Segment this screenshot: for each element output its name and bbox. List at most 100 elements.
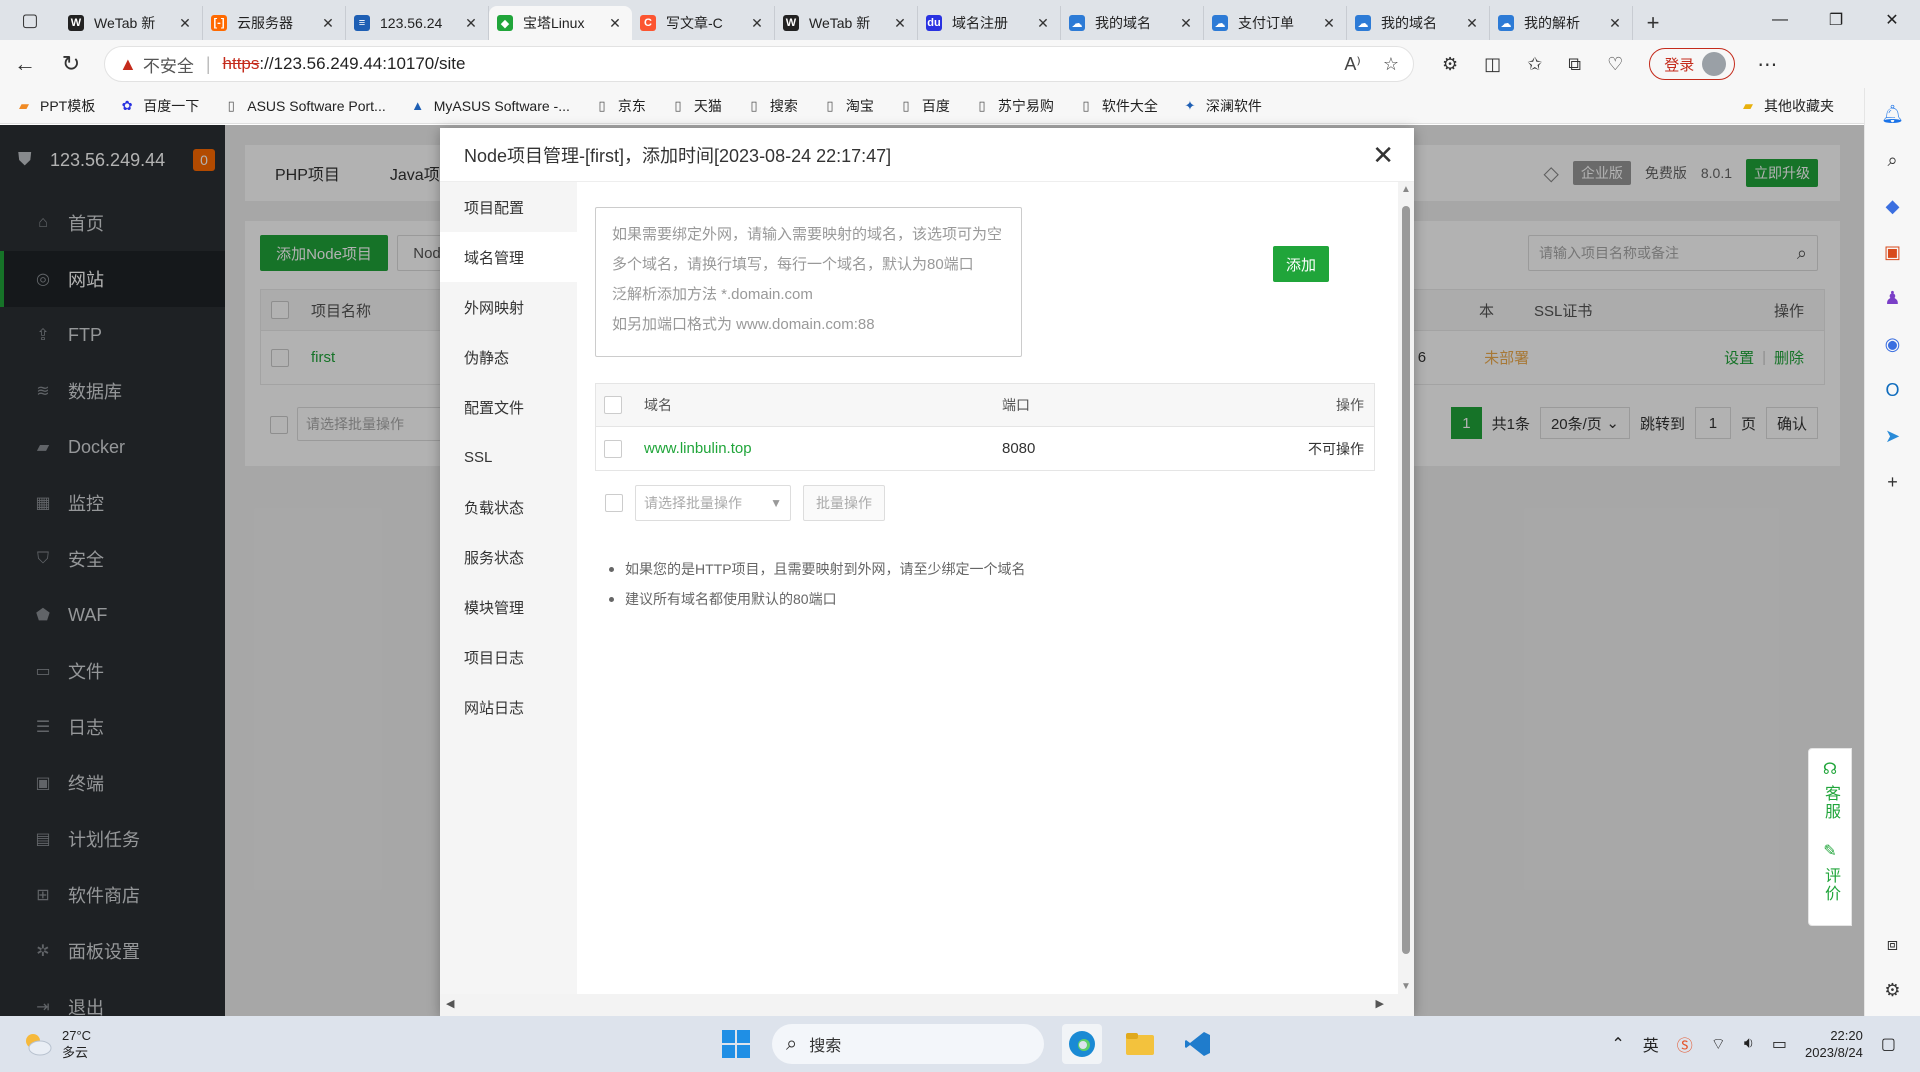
file-explorer-icon[interactable] [1120, 1024, 1160, 1064]
send-icon[interactable]: ➤ [1881, 424, 1905, 448]
taskbar-search[interactable]: ⌕ 搜索 [772, 1024, 1044, 1064]
windows-start-icon[interactable] [718, 1026, 754, 1062]
modal-nav-item[interactable]: 伪静态 [440, 332, 577, 382]
bookmark-item[interactable]: ▯ 搜索 [746, 96, 798, 116]
scroll-down-icon[interactable]: ▼ [1401, 981, 1411, 992]
tab-close-icon[interactable]: ✕ [319, 15, 337, 32]
bell-icon[interactable]: 🔔︎ [1881, 102, 1905, 126]
browser-tab[interactable]: C 写文章-C ✕ [632, 6, 775, 40]
new-tab-icon[interactable]: + [1633, 6, 1673, 40]
tab-close-icon[interactable]: ✕ [1606, 15, 1624, 32]
scroll-right-icon[interactable]: ▶ [1376, 997, 1384, 1010]
bookmark-item[interactable]: ▯ 软件大全 [1078, 96, 1158, 116]
shopping-tag-icon[interactable]: ◆ [1881, 194, 1905, 218]
favorites-icon[interactable]: ✩ [1527, 54, 1542, 75]
bookmark-item[interactable]: ▯ 京东 [594, 96, 646, 116]
modal-nav-item[interactable]: 外网映射 [440, 282, 577, 332]
favorite-star-icon[interactable]: ☆ [1383, 54, 1399, 75]
bookmark-item[interactable]: ✦ 深澜软件 [1182, 96, 1261, 116]
tab-close-icon[interactable]: ✕ [606, 15, 624, 32]
app-tray-icon[interactable]: Ⓢ [1677, 1032, 1693, 1056]
modal-nav-item[interactable]: 项目配置 [440, 182, 577, 232]
tab-close-icon[interactable]: ✕ [1177, 15, 1195, 32]
close-window-icon[interactable]: ✕ [1864, 0, 1920, 40]
bookmark-item[interactable]: ▯ 天猫 [670, 96, 722, 116]
restore-icon[interactable]: ❐ [1808, 0, 1864, 40]
volume-icon[interactable]: 🔉︎ [1744, 1035, 1754, 1053]
tab-close-icon[interactable]: ✕ [1463, 15, 1481, 32]
close-icon[interactable]: ✕ [1372, 142, 1394, 168]
url-input[interactable]: ▲ 不安全 | https ://123.56.249.44:10170/sit… [104, 46, 1414, 82]
browser-tab[interactable]: W WeTab 新 ✕ [60, 6, 203, 40]
tools-icon[interactable]: ▣ [1881, 240, 1905, 264]
bookmark-item[interactable]: ▯ 淘宝 [822, 96, 874, 116]
bookmark-item[interactable]: ▯ ASUS Software Port... [223, 98, 386, 114]
browser-tab[interactable]: ☁ 支付订单 ✕ [1204, 6, 1347, 40]
back-icon[interactable]: ← [4, 44, 46, 84]
gear-icon[interactable]: ⚙ [1881, 978, 1905, 1002]
vertical-scrollbar[interactable]: ▲ ▼ [1398, 182, 1414, 994]
tab-close-icon[interactable]: ✕ [1034, 15, 1052, 32]
vscode-icon[interactable] [1178, 1024, 1218, 1064]
browser-tab[interactable]: W WeTab 新 ✕ [775, 6, 918, 40]
modal-nav-item[interactable]: 网站日志 [440, 682, 577, 732]
split-screen-icon[interactable]: ◫ [1484, 54, 1501, 75]
performance-icon[interactable]: ♡ [1607, 54, 1623, 75]
tab-close-icon[interactable]: ✕ [176, 15, 194, 32]
refresh-icon[interactable]: ↻ [50, 44, 92, 84]
scroll-up-icon[interactable]: ▲ [1401, 184, 1411, 195]
other-bookmarks[interactable]: ▰ 其他收藏夹 [1740, 96, 1834, 116]
bookmark-item[interactable]: ▰ PPT模板 [16, 96, 95, 116]
weather-widget[interactable]: 27°C 多云 [0, 1027, 91, 1061]
add-icon[interactable]: + [1881, 470, 1905, 494]
select-all-domains-checkbox[interactable] [604, 396, 622, 414]
login-button[interactable]: 登录 [1649, 48, 1736, 80]
modal-nav-item[interactable]: 域名管理 [440, 232, 577, 282]
batch-operate-button[interactable]: 批量操作 [803, 485, 885, 521]
rate-button[interactable]: 评价 [1818, 867, 1842, 903]
browser-tab[interactable]: ☁ 我的域名 ✕ [1061, 6, 1204, 40]
modal-nav-item[interactable]: 服务状态 [440, 532, 577, 582]
minimize-icon[interactable]: — [1752, 0, 1808, 40]
domain-row-checkbox[interactable] [604, 439, 622, 458]
tab-close-icon[interactable]: ✕ [462, 15, 480, 32]
browser-tab[interactable]: ☁ 我的域名 ✕ [1347, 6, 1490, 40]
modal-nav-item[interactable]: SSL [440, 432, 577, 482]
browser-tab[interactable]: ◆ 宝塔Linux ✕ [489, 6, 632, 40]
bookmark-item[interactable]: ▯ 苏宁易购 [974, 96, 1054, 116]
tab-close-icon[interactable]: ✕ [891, 15, 909, 32]
copilot-icon[interactable]: ◉ [1881, 332, 1905, 356]
domain-batch-checkbox[interactable] [605, 494, 623, 512]
ime-icon[interactable]: 英 [1643, 1032, 1659, 1056]
chevron-up-icon[interactable]: ⌃ [1611, 1034, 1624, 1054]
scroll-thumb[interactable] [1402, 206, 1410, 954]
more-options-icon[interactable]: ⋯ [1757, 52, 1777, 77]
read-aloud-icon[interactable]: A⁾ [1344, 54, 1360, 75]
modal-nav-item[interactable]: 项目日志 [440, 632, 577, 682]
bookmark-item[interactable]: ✿ 百度一下 [119, 96, 199, 116]
clock[interactable]: 22:20 2023/8/24 [1805, 1027, 1863, 1061]
browser-tab[interactable]: du 域名注册 ✕ [918, 6, 1061, 40]
browser-tab[interactable]: [-] 云服务器 ✕ [203, 6, 346, 40]
screenshot-icon[interactable]: ⧈ [1881, 932, 1905, 956]
bookmark-item[interactable]: ▯ 百度 [898, 96, 950, 116]
notification-icon[interactable]: ▢ [1881, 1034, 1896, 1054]
edge-app-icon[interactable] [1062, 1024, 1102, 1064]
browser-tab[interactable]: ≡ 123.56.24 ✕ [346, 6, 489, 40]
wifi-icon[interactable]: ⌔ [1711, 1034, 1726, 1054]
bookmark-item[interactable]: ▲ MyASUS Software -... [410, 98, 570, 114]
extensions-icon[interactable]: ⚙ [1442, 54, 1458, 75]
tab-close-icon[interactable]: ✕ [1320, 15, 1338, 32]
modal-nav-item[interactable]: 模块管理 [440, 582, 577, 632]
customer-service-button[interactable]: 客服 [1818, 785, 1842, 821]
domain-link[interactable]: www.linbulin.top [644, 440, 1002, 457]
domain-batch-select[interactable]: 请选择批量操作 ▼ [635, 485, 791, 521]
browser-tab[interactable]: ☁ 我的解析 ✕ [1490, 6, 1633, 40]
battery-icon[interactable]: ▭ [1772, 1034, 1787, 1054]
collections-icon[interactable]: ⧉ [1568, 54, 1581, 75]
modal-nav-item[interactable]: 负载状态 [440, 482, 577, 532]
horizontal-scrollbar[interactable]: ◀ ▶ [440, 994, 1414, 1016]
search-icon[interactable]: ⌕ [1881, 148, 1905, 172]
scroll-left-icon[interactable]: ◀ [446, 997, 454, 1010]
domain-textarea[interactable]: 如果需要绑定外网，请输入需要映射的域名，该选项可为空 多个域名，请换行填写，每行一… [595, 207, 1022, 357]
